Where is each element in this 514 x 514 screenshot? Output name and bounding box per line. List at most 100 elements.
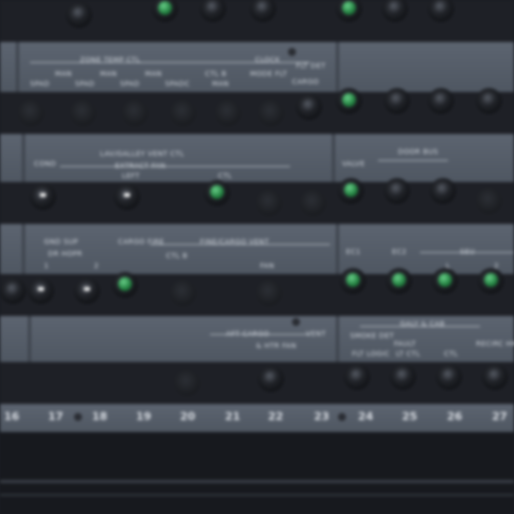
zone-sub-label: SPADC — [165, 80, 190, 88]
circuit-breaker[interactable] — [258, 366, 284, 392]
divider — [336, 224, 339, 274]
divider — [336, 42, 339, 92]
divider — [22, 224, 25, 274]
divider — [336, 316, 339, 362]
zone-label: MAN — [55, 70, 72, 78]
blank-position — [256, 280, 282, 306]
blank-position — [170, 280, 196, 306]
flt-det-label: FLT DET — [296, 62, 326, 70]
clock-label: CLOCK — [255, 56, 281, 64]
zone-sub-label: SPAD — [120, 80, 140, 88]
blank-position — [122, 100, 148, 126]
door-bus-label: DOOR BUS — [398, 148, 439, 156]
circuit-breaker-green[interactable] — [478, 268, 504, 294]
circuit-breaker-green[interactable] — [336, 88, 362, 114]
ec1-label: EC1 — [346, 248, 361, 256]
column-number: 21 — [225, 410, 241, 423]
cond-label: COND — [34, 160, 57, 168]
circuit-breaker[interactable] — [114, 184, 140, 210]
blank-position — [300, 190, 326, 216]
bracket-line — [210, 334, 310, 335]
htr-fan-label: & HTR FAN — [256, 342, 297, 350]
column-number: 19 — [136, 410, 152, 423]
column-number: 25 — [402, 410, 418, 423]
blank-position — [70, 100, 96, 126]
blank-position — [18, 100, 44, 126]
ctl-label: CTL — [218, 172, 232, 180]
blank-position — [170, 100, 196, 126]
ctl-b-label: CTL B — [166, 252, 188, 260]
circuit-breaker[interactable] — [344, 364, 370, 390]
circuit-breaker-green[interactable] — [338, 178, 364, 204]
column-number: 18 — [92, 410, 108, 423]
divider — [16, 42, 19, 92]
circuit-breaker[interactable] — [66, 2, 92, 28]
circuit-breaker-green[interactable] — [112, 272, 138, 298]
cargo-label: CARGO — [292, 78, 319, 86]
circuit-breaker-green[interactable] — [204, 180, 230, 206]
ec2-label: EC2 — [392, 248, 407, 256]
valve-label: VALVE — [342, 160, 365, 168]
column-number: 20 — [180, 410, 196, 423]
circuit-breaker-green[interactable] — [386, 268, 412, 294]
panel-screw — [74, 413, 82, 421]
channel-1-label: 1 — [44, 262, 49, 270]
recirc-hmr-label: RECIRC HMR — [476, 340, 514, 348]
circuit-breaker[interactable] — [390, 364, 416, 390]
column-number: 24 — [358, 410, 374, 423]
divider — [332, 134, 335, 182]
ctl-b-label: CTL B — [205, 70, 227, 78]
circuit-breaker[interactable] — [428, 88, 454, 114]
column-number: 26 — [447, 410, 463, 423]
dr-hopr-label: DR HOPR — [48, 250, 83, 258]
column-number: 27 — [492, 410, 508, 423]
divider — [28, 316, 31, 362]
label-strip-3 — [0, 224, 514, 274]
blank-position — [256, 190, 282, 216]
circuit-breaker-panel-photo: ZONE TEMP CTL CLOCK MAN MAN MAN CTL B MO… — [0, 0, 514, 514]
left-label: LEFT — [122, 172, 140, 180]
blank-position — [174, 370, 200, 396]
circuit-breaker[interactable] — [436, 364, 462, 390]
circuit-breaker[interactable] — [74, 278, 100, 304]
mode-flt-label: MODE FLT — [250, 70, 288, 78]
blank-position — [215, 100, 241, 126]
bracket-line — [378, 160, 448, 161]
lav-galley-vent-label: LAV/GALLEY VENT CTL — [100, 150, 185, 158]
blank-position — [258, 100, 284, 126]
bracket-line — [60, 166, 290, 167]
circuit-breaker[interactable] — [476, 88, 502, 114]
ctl-b-sub-label: MAN — [212, 80, 229, 88]
zone-sub-label: SPAD — [75, 80, 95, 88]
circuit-breaker[interactable] — [30, 184, 56, 210]
panel-edge — [0, 494, 514, 496]
lt-ctl-label: LT CTL — [396, 350, 421, 358]
column-number: 23 — [314, 410, 330, 423]
circuit-breaker[interactable] — [384, 178, 410, 204]
circuit-breaker[interactable] — [482, 364, 508, 390]
bracket-line — [360, 326, 480, 327]
label-strip-2 — [0, 134, 514, 182]
fault-label: FAULT — [394, 340, 417, 348]
column-number: 16 — [4, 410, 20, 423]
bracket-line — [150, 244, 330, 245]
blank-position — [476, 188, 502, 214]
fan-label: FAN — [260, 262, 275, 270]
circuit-breaker-green[interactable] — [340, 268, 366, 294]
circuit-breaker[interactable] — [430, 178, 456, 204]
extract-fan-label: EXTRACT FAN — [115, 162, 166, 170]
smoke-det-label: SMOKE DET — [350, 332, 395, 340]
lower-panel — [0, 432, 514, 514]
zone-label: MAN — [100, 70, 117, 78]
circuit-breaker-green[interactable] — [432, 268, 458, 294]
circuit-breaker[interactable] — [0, 278, 26, 304]
ctl-label: CTL — [444, 350, 458, 358]
channel-2-label: 2 — [94, 262, 99, 270]
circuit-breaker[interactable] — [384, 88, 410, 114]
circuit-breaker[interactable] — [28, 278, 54, 304]
divider — [22, 134, 25, 182]
flt-logic-label: FLT LOGIC — [352, 350, 390, 358]
zone-label: MAN — [145, 70, 162, 78]
bracket-line — [420, 252, 514, 253]
circuit-breaker[interactable] — [296, 94, 322, 120]
